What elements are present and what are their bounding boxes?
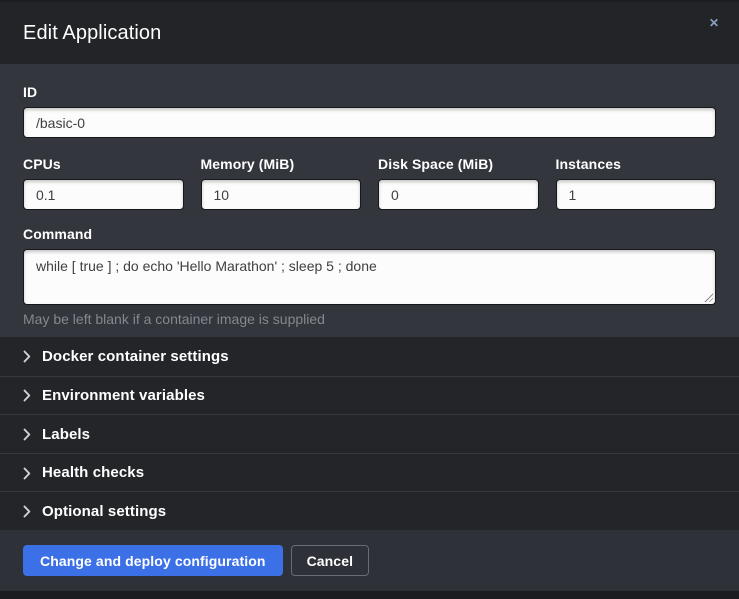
- instances-field-group: Instances: [556, 156, 717, 210]
- section-label: Environment variables: [42, 387, 205, 404]
- section-labels[interactable]: Labels: [0, 414, 739, 453]
- memory-label: Memory (MiB): [201, 156, 362, 172]
- change-and-deploy-button[interactable]: Change and deploy configuration: [23, 545, 283, 576]
- cancel-button[interactable]: Cancel: [291, 545, 370, 576]
- id-label: ID: [23, 84, 716, 100]
- disk-field-group: Disk Space (MiB): [378, 156, 539, 210]
- command-textarea[interactable]: while [ true ] ; do echo 'Hello Marathon…: [23, 249, 716, 305]
- section-environment-variables[interactable]: Environment variables: [0, 376, 739, 415]
- chevron-right-icon: [23, 350, 31, 363]
- disk-input[interactable]: [378, 179, 539, 210]
- memory-field-group: Memory (MiB): [201, 156, 362, 210]
- section-label: Health checks: [42, 464, 144, 481]
- collapsible-sections: Docker container settings Environment va…: [0, 337, 739, 530]
- edit-application-modal: Edit Application ✕ ID CPUs Memory (MiB) …: [0, 0, 739, 599]
- memory-input[interactable]: [201, 179, 362, 210]
- modal-header: Edit Application ✕: [0, 2, 739, 64]
- chevron-right-icon: [23, 389, 31, 402]
- section-health-checks[interactable]: Health checks: [0, 453, 739, 492]
- cpus-label: CPUs: [23, 156, 184, 172]
- close-icon[interactable]: ✕: [705, 14, 723, 32]
- section-label: Docker container settings: [42, 348, 229, 365]
- section-label: Labels: [42, 426, 90, 443]
- resources-row: CPUs Memory (MiB) Disk Space (MiB) Insta…: [23, 156, 716, 210]
- instances-label: Instances: [556, 156, 717, 172]
- cpus-field-group: CPUs: [23, 156, 184, 210]
- command-help-text: May be left blank if a container image i…: [23, 311, 716, 327]
- command-label: Command: [23, 226, 716, 242]
- section-label: Optional settings: [42, 503, 166, 520]
- section-optional-settings[interactable]: Optional settings: [0, 491, 739, 530]
- modal-body: ID CPUs Memory (MiB) Disk Space (MiB) In…: [0, 64, 739, 337]
- modal-footer: Change and deploy configuration Cancel: [0, 530, 739, 591]
- page-background-strip: [0, 591, 739, 599]
- id-field-group: ID: [23, 84, 716, 138]
- chevron-right-icon: [23, 467, 31, 480]
- page-title: Edit Application: [23, 22, 161, 45]
- chevron-right-icon: [23, 505, 31, 518]
- section-docker-container-settings[interactable]: Docker container settings: [0, 337, 739, 376]
- chevron-right-icon: [23, 428, 31, 441]
- id-input[interactable]: [23, 107, 716, 138]
- disk-label: Disk Space (MiB): [378, 156, 539, 172]
- instances-input[interactable]: [556, 179, 717, 210]
- command-field-group: Command while [ true ] ; do echo 'Hello …: [23, 226, 716, 327]
- cpus-input[interactable]: [23, 179, 184, 210]
